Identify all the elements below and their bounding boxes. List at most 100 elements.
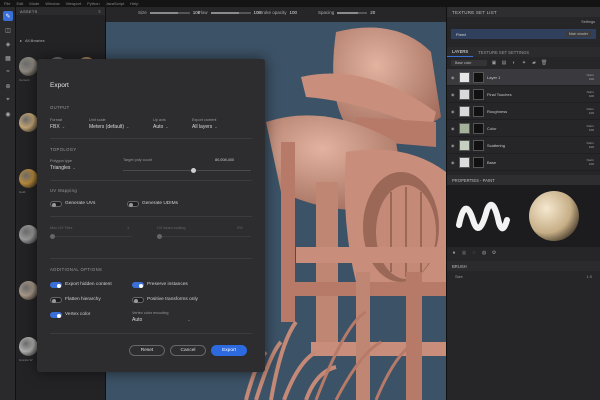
- add-layer-icon[interactable]: ▤: [501, 60, 507, 66]
- vertex-color-toggle[interactable]: [50, 312, 62, 318]
- library-filter[interactable]: ▸ All libraries: [16, 35, 105, 45]
- flow-control[interactable]: Flow 100: [198, 10, 261, 15]
- slider-knob[interactable]: [191, 168, 196, 173]
- delete-layer-icon[interactable]: 🗑: [541, 60, 547, 66]
- camera-icon[interactable]: ◉: [3, 109, 13, 119]
- divider: [50, 216, 252, 217]
- polygon-fill-icon[interactable]: ▦: [3, 53, 13, 63]
- visibility-eye-icon[interactable]: ◉: [451, 143, 456, 148]
- stroke-opacity-control[interactable]: Stroke opacity 100: [258, 10, 297, 15]
- alpha-tab-icon[interactable]: ◌: [471, 250, 477, 256]
- menu-file[interactable]: File: [4, 1, 10, 6]
- layer-blend-mode[interactable]: Norm 100: [587, 158, 594, 167]
- menu-javascript[interactable]: JavaScript: [106, 1, 125, 6]
- size-slider[interactable]: [149, 11, 190, 14]
- layer-blend-mode[interactable]: Norm 100: [587, 90, 594, 99]
- layer-tools: Base color ▣ ▤ ◐ ✦ ▰ 🗑: [447, 57, 600, 69]
- visibility-eye-icon[interactable]: ◉: [451, 92, 456, 97]
- brush-tab-icon[interactable]: ●: [451, 250, 457, 256]
- settings-tab-icon[interactable]: ⚙: [491, 250, 497, 256]
- layer-blend-mode[interactable]: Norm 100: [587, 73, 594, 82]
- properties-tabs: ● ◎ ◌ ◍ ⚙: [447, 247, 600, 259]
- slider-knob[interactable]: [157, 234, 162, 239]
- asset-thumbnail[interactable]: [19, 113, 38, 132]
- eraser-icon[interactable]: ◫: [3, 25, 13, 35]
- layer-blend-mode[interactable]: Norm 100: [587, 107, 594, 116]
- layer-blend-mode[interactable]: Norm 100: [587, 124, 594, 133]
- layer-row[interactable]: ◉ Scattering Norm 100: [447, 137, 600, 154]
- flow-slider[interactable]: [210, 11, 251, 14]
- asset-thumbnail[interactable]: [19, 337, 38, 356]
- add-effect-icon[interactable]: ✦: [521, 60, 527, 66]
- asset-thumbnail[interactable]: [19, 281, 38, 300]
- tab-texture-set-settings[interactable]: TEXTURE SET SETTINGS: [473, 48, 534, 57]
- uv-seam-scaling-slider[interactable]: [157, 234, 251, 239]
- max-uv-tiles-slider[interactable]: [50, 234, 132, 239]
- visibility-eye-icon[interactable]: ◉: [451, 109, 456, 114]
- menu-mode[interactable]: Mode: [29, 1, 39, 6]
- menu-viewport[interactable]: Viewport: [66, 1, 82, 6]
- layer-row[interactable]: ◉ Roughness Norm 100: [447, 103, 600, 120]
- folder-icon: ▸: [20, 37, 23, 43]
- flatten-hierarchy-toggle[interactable]: [50, 297, 62, 303]
- cancel-button[interactable]: Cancel: [170, 345, 206, 356]
- export-content-select[interactable]: All layers ⌄: [192, 124, 218, 130]
- vertex-color-encoding-select[interactable]: Auto ⌄: [132, 317, 191, 323]
- menu-edit[interactable]: Edit: [16, 1, 23, 6]
- size-control[interactable]: Size 100: [138, 10, 200, 15]
- layer-row[interactable]: ◉ Base Norm 100: [447, 154, 600, 171]
- layer-row[interactable]: ◉ Color Norm 100: [447, 120, 600, 137]
- settings-dropdown[interactable]: Settings: [581, 20, 595, 24]
- menu-window[interactable]: Window: [45, 1, 59, 6]
- visibility-eye-icon[interactable]: ◉: [451, 126, 456, 131]
- layer-blend-mode[interactable]: Norm 100: [587, 141, 594, 150]
- preserve-instances-toggle[interactable]: [132, 282, 144, 288]
- smudge-icon[interactable]: ≈: [3, 67, 13, 77]
- asset-thumbnail[interactable]: [19, 225, 38, 244]
- color-picker-icon[interactable]: ⌖: [3, 95, 13, 105]
- visibility-eye-icon[interactable]: ◉: [451, 160, 456, 165]
- layer-mask-thumbnail: [473, 122, 484, 134]
- asset-thumbnail[interactable]: [19, 169, 38, 188]
- texture-set-item[interactable]: Fixed Main shader: [451, 29, 596, 39]
- menu-help[interactable]: Help: [130, 1, 138, 6]
- poly-count-slider[interactable]: [123, 168, 251, 173]
- reset-button[interactable]: Reset: [129, 345, 165, 356]
- layer-name: Color: [487, 125, 497, 131]
- clone-icon[interactable]: ⊕: [3, 81, 13, 91]
- panel-menu-icon[interactable]: ≡: [98, 9, 101, 14]
- tab-layers[interactable]: LAYERS: [447, 47, 474, 57]
- spacing-slider[interactable]: [337, 11, 368, 14]
- assets-header: ASSETS ≡: [16, 7, 105, 15]
- slider-knob[interactable]: [50, 234, 55, 239]
- menu-python[interactable]: Python: [87, 1, 99, 6]
- projection-icon[interactable]: ◈: [3, 39, 13, 49]
- generate-udims-toggle[interactable]: [127, 201, 139, 207]
- paint-brush-icon[interactable]: ✎: [3, 11, 13, 21]
- export-hidden-toggle[interactable]: [50, 282, 62, 288]
- folder-icon[interactable]: ▰: [531, 60, 537, 66]
- add-mask-icon[interactable]: ◐: [511, 60, 517, 66]
- material-tab-icon[interactable]: ◎: [461, 250, 467, 256]
- layer-row[interactable]: ◉ Final Touches Norm 100: [447, 86, 600, 103]
- spacing-control[interactable]: Spacing 20: [318, 10, 375, 15]
- polygon-type-select[interactable]: Triangles ⌄: [50, 165, 76, 171]
- format-select[interactable]: FBX ⌄: [50, 124, 65, 130]
- visibility-eye-icon[interactable]: ◉: [451, 75, 456, 80]
- generate-uvs-toggle[interactable]: [50, 201, 62, 207]
- layer-thumbnail: [459, 122, 470, 134]
- stencil-tab-icon[interactable]: ◍: [481, 250, 487, 256]
- export-button[interactable]: Export: [211, 345, 247, 356]
- channel-select[interactable]: Base color: [451, 60, 487, 66]
- shader-select[interactable]: Main shader: [565, 31, 591, 37]
- unit-scale-select[interactable]: Meters (default) ⌄: [89, 124, 129, 130]
- positive-transforms-toggle[interactable]: [132, 297, 144, 303]
- up-axis-select[interactable]: Auto ⌄: [153, 124, 169, 130]
- layer-row[interactable]: ◉ Layer 1 Norm 100: [447, 69, 600, 86]
- brush-section-header: BRUSH: [447, 261, 600, 271]
- app-window: File Edit Mode Window Viewport Python Ja…: [0, 0, 600, 400]
- asset-thumbnail[interactable]: [19, 57, 38, 76]
- layer-mask-thumbnail: [473, 71, 484, 83]
- add-fill-layer-icon[interactable]: ▣: [491, 60, 497, 66]
- brush-size-row[interactable]: Size 1.0: [447, 271, 600, 281]
